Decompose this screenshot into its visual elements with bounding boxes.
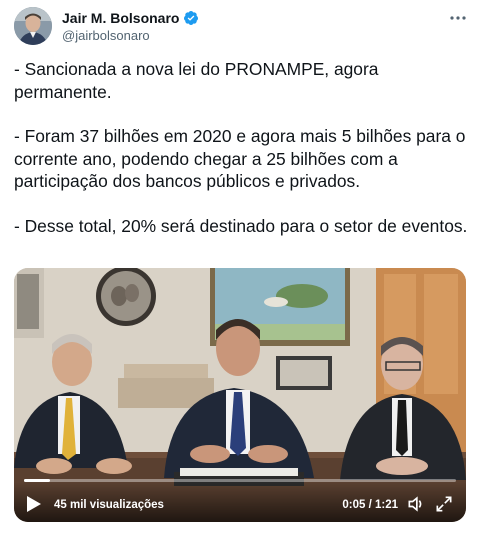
view-count: 45 mil visualizações: [54, 499, 164, 511]
volume-icon[interactable]: [406, 494, 426, 514]
video-progress-fill: [24, 479, 50, 482]
author-row: Jair M. Bolsonaro: [62, 10, 199, 26]
author-name[interactable]: Jair M. Bolsonaro: [62, 10, 179, 26]
fullscreen-icon[interactable]: [434, 494, 454, 514]
video-controls: 45 mil visualizações 0:05 / 1:21: [14, 479, 466, 522]
video-progress-bar[interactable]: [24, 479, 456, 482]
avatar[interactable]: [14, 7, 52, 45]
author-handle[interactable]: @jairbolsonaro: [62, 28, 150, 43]
avatar-photo: [14, 7, 52, 45]
more-options-icon[interactable]: [448, 8, 468, 28]
play-icon[interactable]: [26, 495, 42, 513]
video-time: 0:05 / 1:21: [342, 499, 398, 511]
tweet-text: - Sancionada a nova lei do PRONAMPE, ago…: [14, 58, 470, 259]
verified-badge-icon: [183, 10, 199, 26]
tweet-paragraph: - Desse total, 20% será destinado para o…: [14, 215, 468, 236]
tweet-card: Jair M. Bolsonaro @jairbolsonaro - Sanci…: [0, 0, 482, 540]
tweet-paragraph: - Foram 37 bilhões em 2020 e agora mais …: [14, 126, 466, 191]
tweet-paragraph: - Sancionada a nova lei do PRONAMPE, ago…: [14, 59, 379, 102]
video-player[interactable]: 45 mil visualizações 0:05 / 1:21: [14, 268, 466, 522]
